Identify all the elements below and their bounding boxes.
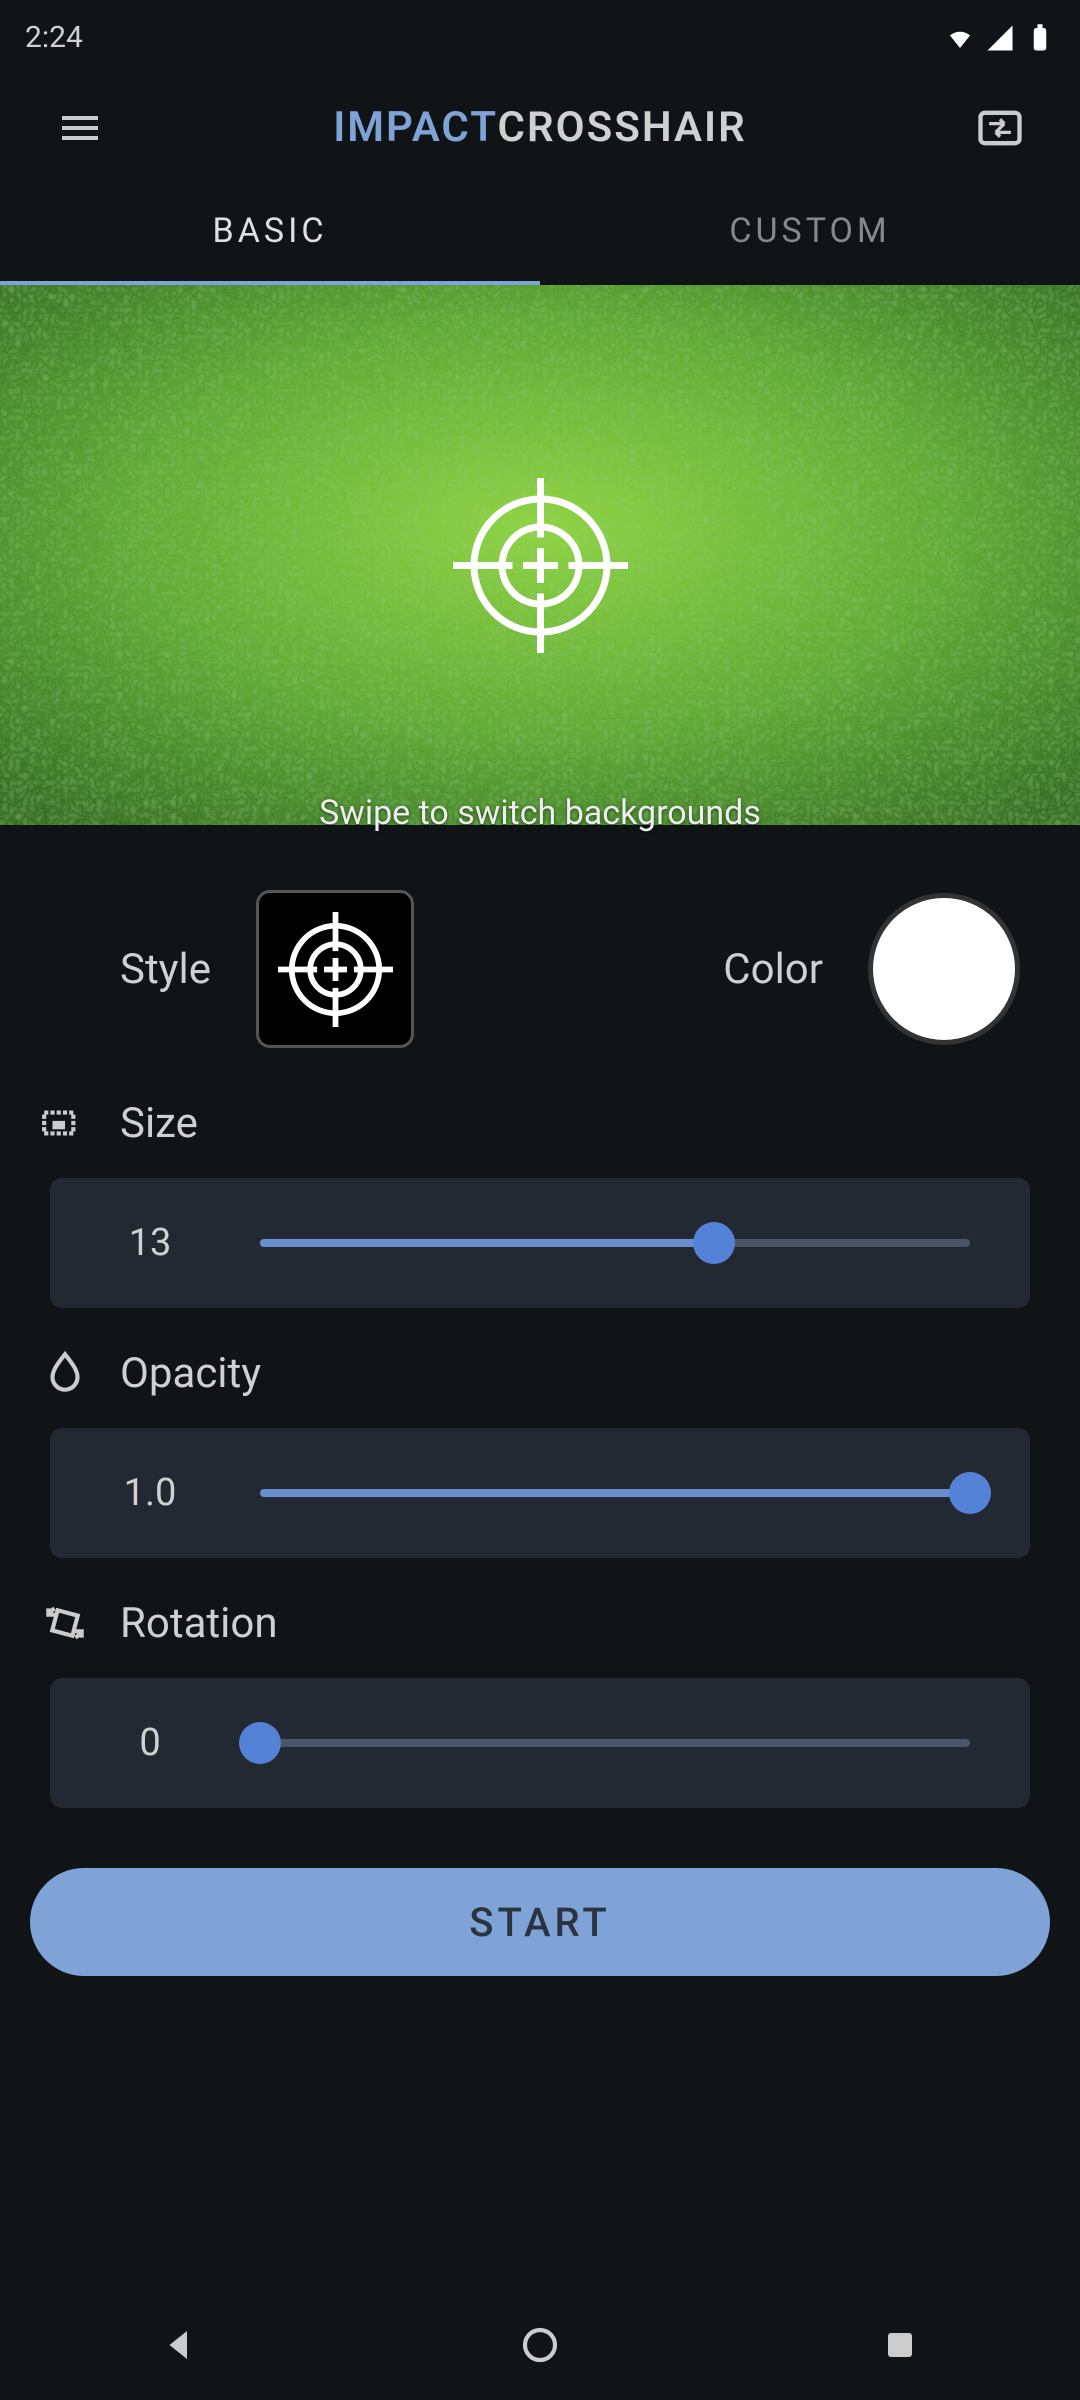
nav-home[interactable]: [510, 2315, 570, 2375]
opacity-thumb[interactable]: [949, 1472, 991, 1514]
back-icon: [159, 2324, 201, 2366]
nav-recent[interactable]: [870, 2315, 930, 2375]
color-group: Color: [723, 893, 1020, 1045]
crosshair-preview-icon: [453, 478, 628, 653]
size-slider-card: 13: [50, 1178, 1030, 1308]
crosshair-style-icon: [278, 912, 393, 1027]
tabs: BASIC CUSTOM: [0, 180, 1080, 285]
tab-custom[interactable]: CUSTOM: [540, 180, 1080, 285]
size-value: 13: [110, 1221, 190, 1265]
status-right: [945, 23, 1055, 53]
preview-area[interactable]: Swipe to switch backgrounds: [0, 285, 1080, 845]
rotation-title: Rotation: [120, 1599, 278, 1648]
size-thumb[interactable]: [693, 1222, 735, 1264]
style-picker[interactable]: [256, 890, 414, 1048]
rotation-header: Rotation: [0, 1568, 1080, 1648]
battery-icon: [1025, 23, 1055, 53]
menu-button[interactable]: [50, 98, 110, 158]
opacity-header: Opacity: [0, 1318, 1080, 1398]
rotation-thumb[interactable]: [239, 1722, 281, 1764]
rotation-slider-card: 0: [50, 1678, 1030, 1808]
title-rest: CROSSHAIR: [498, 103, 747, 152]
color-picker[interactable]: [868, 893, 1020, 1045]
nav-back[interactable]: [150, 2315, 210, 2375]
size-title: Size: [120, 1099, 198, 1148]
recent-icon: [882, 2327, 918, 2363]
status-bar: 2:24: [0, 0, 1080, 75]
android-nav-bar: [0, 2290, 1080, 2400]
opacity-icon: [40, 1348, 90, 1398]
signal-icon: [985, 23, 1015, 53]
size-fill: [260, 1239, 714, 1247]
opacity-title: Opacity: [120, 1349, 261, 1398]
opacity-slider[interactable]: [260, 1489, 970, 1497]
opacity-value: 1.0: [110, 1471, 190, 1515]
rotation-slider[interactable]: [260, 1739, 970, 1747]
status-time: 2:24: [25, 20, 83, 55]
style-label: Style: [120, 945, 211, 994]
style-color-row: Style Color: [0, 845, 1080, 1068]
color-label: Color: [723, 945, 823, 994]
wifi-icon: [945, 23, 975, 53]
rotation-value: 0: [110, 1721, 190, 1765]
title-accent: IMPACT: [333, 103, 497, 152]
home-icon: [520, 2325, 560, 2365]
size-icon: [40, 1098, 90, 1148]
opacity-fill: [260, 1489, 970, 1497]
tab-basic[interactable]: BASIC: [0, 180, 540, 285]
size-slider[interactable]: [260, 1239, 970, 1247]
app-bar: IMPACTCROSSHAIR: [0, 75, 1080, 180]
size-header: Size: [0, 1068, 1080, 1148]
style-group: Style: [120, 890, 414, 1048]
swap-icon: [974, 102, 1026, 154]
app-title: IMPACTCROSSHAIR: [110, 103, 970, 152]
opacity-slider-card: 1.0: [50, 1428, 1030, 1558]
preview-hint: Swipe to switch backgrounds: [319, 793, 761, 833]
start-button[interactable]: START: [30, 1868, 1050, 1976]
menu-icon: [56, 104, 104, 152]
swap-button[interactable]: [970, 98, 1030, 158]
rotation-icon: [40, 1598, 90, 1648]
